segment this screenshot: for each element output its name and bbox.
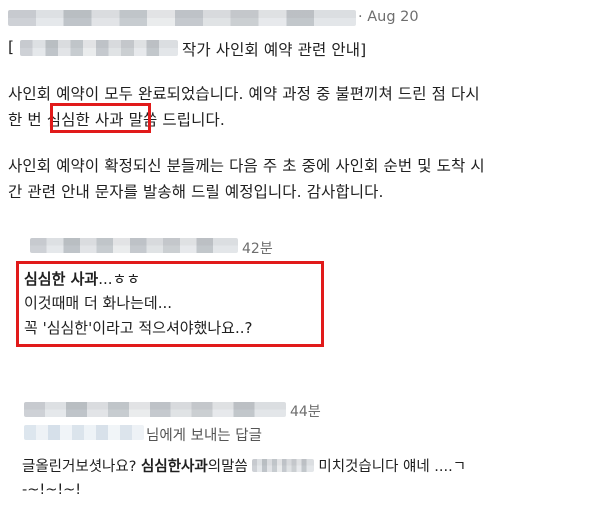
reply-2-author-redacted[interactable] (24, 402, 286, 417)
author-name-redacted[interactable] (8, 10, 356, 26)
reply-1-time[interactable]: 42분 (242, 238, 273, 258)
reply-1-author-redacted[interactable] (30, 238, 238, 253)
reply-2-inline-redacted (251, 459, 314, 472)
reply-2-replying-to: 님에게 보내는 답글 (146, 428, 262, 444)
reply-2-line-2: -~!~!~! (22, 482, 82, 498)
reply-2-text-post: 미치것습니다 얘네 ....ㄱ (313, 459, 467, 475)
reply-2-line-1: 글올린거보셧나요? 심심한사과의말씀 미치것습니다 얘네 ....ㄱ (22, 455, 466, 476)
reply-2-text-pre: 글올린거보셧나요? (22, 459, 142, 475)
title-bracket: [ (8, 38, 15, 56)
post-paragraph-1-line-1: 사인회 예약이 모두 완료되었습니다. 예약 과정 중 불편끼쳐 드린 점 다시 (8, 85, 480, 103)
reply-2-time[interactable]: 44분 (290, 401, 321, 421)
post-text-before-highlight: 한 번 (8, 111, 47, 129)
reply-2-quoted-phrase: 심심한사과 (141, 459, 208, 475)
post-paragraph-2-line-2: 간 관련 안내 문자를 발송해 드릴 예정입니다. 감사합니다. (8, 183, 384, 201)
title-redacted (20, 40, 178, 56)
post-title: 작가 사인회 예약 관련 안내] (182, 41, 367, 59)
highlight-box-post (50, 103, 151, 133)
post-date[interactable]: · Aug 20 (358, 9, 419, 25)
highlight-box-reply-1 (16, 261, 324, 347)
reply-2-recipient-redacted[interactable] (24, 425, 144, 440)
reply-2-text-mid: 의말씀 (207, 459, 248, 475)
post-paragraph-2-line-1: 사인회 예약이 확정되신 분들께는 다음 주 초 중에 사인회 순번 및 도착 … (8, 157, 485, 175)
